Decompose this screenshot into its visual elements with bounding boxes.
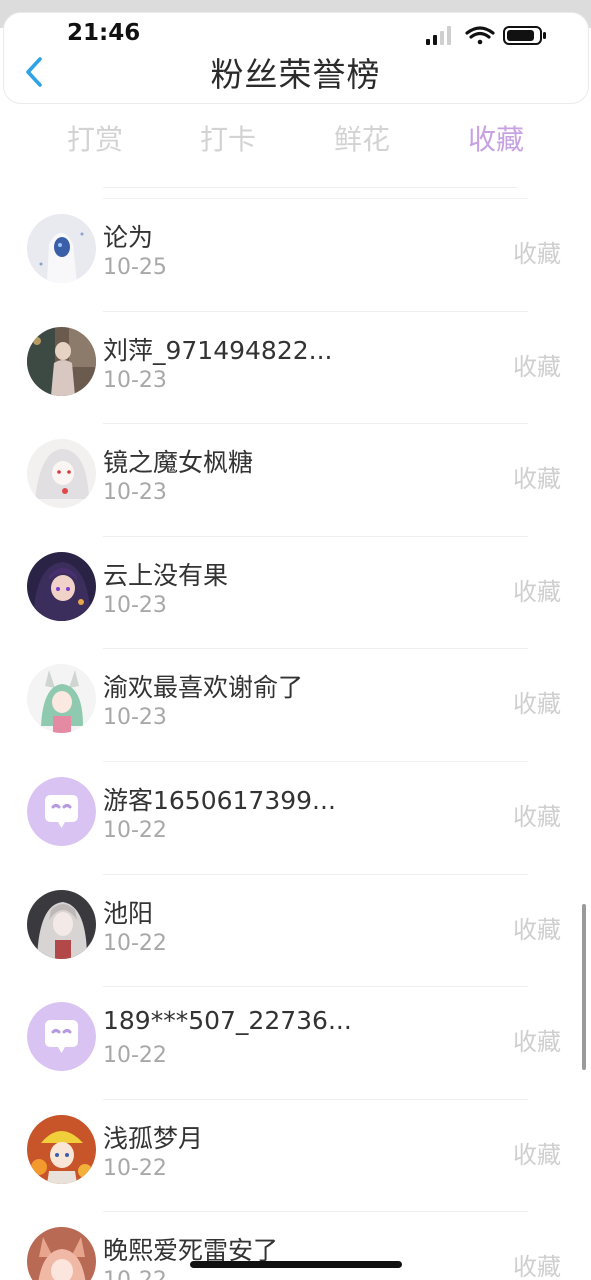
avatar[interactable] [27,551,96,621]
fan-name: 论为 [103,223,154,252]
divider [103,423,528,425]
divider [103,187,518,188]
fan-date: 10-23 [103,592,167,618]
dark-anime-avatar [27,551,96,621]
white-hair-avatar [27,439,96,509]
fan-date: 10-22 [103,1155,167,1181]
list-item[interactable]: 云上没有果 10-23 收藏 [0,535,591,649]
list-item[interactable]: 渝欢最喜欢谢俞了 10-23 收藏 [0,648,591,761]
grey-anime-avatar [27,889,96,959]
list-item[interactable]: 镜之魔女枫糖 10-23 收藏 [0,423,591,536]
avatar[interactable] [27,1002,96,1072]
green-hair-avatar [27,664,96,734]
fan-date: 10-23 [103,480,167,506]
fan-name: 池阳 [103,898,154,928]
avatar[interactable] [27,214,96,283]
app-screen: 21:46 粉丝荣誉榜 打赏 打卡 鲜花 收藏 论为 10-25 收藏 刘萍_9… [0,0,591,1280]
list-item[interactable]: 论为 10-25 收藏 [0,198,591,311]
action-badge: 收藏 [513,577,561,606]
divider [103,535,528,537]
divider [103,648,528,650]
action-badge: 收藏 [513,1140,561,1169]
divider [103,310,528,312]
wifi-icon [465,26,495,45]
default-chat-avatar [27,1002,96,1072]
fan-list: 论为 10-25 收藏 刘萍_971494822... 10-23 收藏 镜之魔… [0,198,591,1280]
avatar[interactable] [27,1114,96,1184]
tab-collect[interactable]: 收藏 [441,118,551,158]
fan-date: 10-22 [103,930,167,956]
fan-name: 镜之魔女枫糖 [103,448,254,478]
hooded-figure-avatar [27,214,96,283]
fan-date: 10-25 [103,255,167,280]
fan-date: 10-23 [103,705,167,731]
fan-name: 渝欢最喜欢谢俞了 [103,673,304,703]
default-chat-avatar [27,776,96,846]
list-item[interactable]: 189***507_22736... 10-22 收藏 [0,986,591,1099]
avatar[interactable] [27,889,96,959]
divider [103,1211,528,1213]
divider [103,760,528,762]
action-badge: 收藏 [513,1028,561,1057]
list-item[interactable]: 浅孤梦月 10-22 收藏 [0,1098,591,1212]
fan-date: 10-23 [103,367,167,393]
tab-checkin[interactable]: 打卡 [173,118,283,158]
fan-date: 10-22 [103,1043,167,1069]
fan-name: 189***507_22736... [103,1006,352,1036]
list-item[interactable]: 游客1650617399... 10-22 收藏 [0,760,591,874]
fan-date: 10-22 [103,817,167,843]
avatar[interactable] [27,664,96,734]
action-badge: 收藏 [513,465,561,494]
action-badge: 收藏 [513,1253,561,1280]
fan-name: 浅孤梦月 [103,1123,204,1153]
fan-name: 刘萍_971494822... [103,335,333,365]
list-item[interactable]: 池阳 10-22 收藏 [0,873,591,987]
action-badge: 收藏 [513,915,561,944]
fox-ear-avatar [27,1227,96,1280]
battery-icon [503,26,546,45]
page-title: 粉丝荣誉榜 [210,55,381,94]
status-icons [426,26,546,45]
divider [103,873,528,875]
signal-icon [426,26,451,45]
tab-bar: 打赏 打卡 鲜花 收藏 [0,112,591,172]
tab-reward[interactable]: 打赏 [40,118,150,158]
yellow-hat-avatar [27,1114,96,1184]
tab-flowers[interactable]: 鲜花 [307,118,417,158]
fan-name: 云上没有果 [103,560,229,590]
fan-date: 10-22 [103,1268,167,1280]
avatar[interactable] [27,1227,96,1280]
action-badge: 收藏 [513,352,561,381]
list-item[interactable]: 晚熙爱死雷安了 10-22 收藏 [0,1211,591,1280]
home-indicator[interactable] [190,1261,402,1268]
status-time: 21:46 [67,20,141,46]
action-badge: 收藏 [513,240,561,268]
list-item[interactable]: 刘萍_971494822... 10-23 收藏 [0,310,591,424]
photo-avatar [27,326,96,396]
divider [103,1098,528,1100]
fan-name: 游客1650617399... [103,785,336,815]
avatar[interactable] [27,439,96,509]
divider [103,986,528,988]
scrollbar[interactable] [582,904,586,1070]
avatar[interactable] [27,326,96,396]
action-badge: 收藏 [513,690,561,719]
action-badge: 收藏 [513,802,561,831]
avatar[interactable] [27,776,96,846]
divider [103,198,528,199]
